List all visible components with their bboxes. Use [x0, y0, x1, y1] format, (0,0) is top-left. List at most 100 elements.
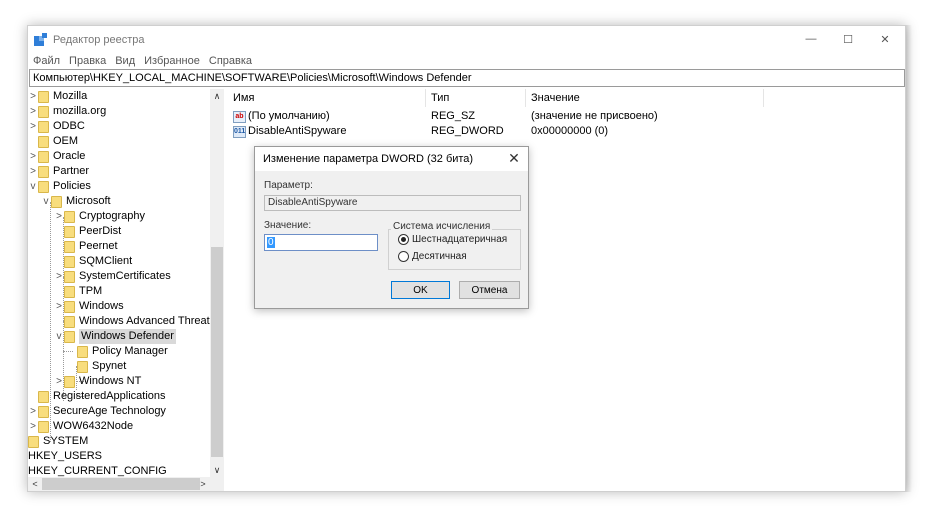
tree-item-microsoft[interactable]: v Microsoft [41, 194, 111, 209]
tree-item-windows[interactable]: > Windows [54, 299, 124, 314]
scroll-up-icon[interactable]: ∧ [210, 89, 224, 103]
menu-favorites[interactable]: Избранное [140, 53, 204, 69]
folder-icon [38, 390, 49, 403]
value-row-disableantispyware[interactable]: 011 DisableAntiSpyware REG_DWORD 0x00000… [228, 124, 905, 139]
parameter-label: Параметр: [264, 180, 313, 191]
tree-item-mozilla[interactable]: > Mozilla [28, 89, 87, 104]
chevron-right-icon[interactable]: > [54, 374, 64, 389]
tree-item-system[interactable]: >SYSTEM [28, 434, 88, 449]
menu-help[interactable]: Справка [205, 53, 256, 69]
folder-icon [77, 360, 88, 373]
tree-item-registeredapplications[interactable]: RegisteredApplications [28, 389, 166, 404]
radio-decimal-label: Десятичная [412, 251, 467, 262]
tree-item-tpm[interactable]: TPM [54, 284, 102, 299]
base-groupbox-title: Система исчисления [391, 221, 493, 232]
tree-vertical-scrollbar[interactable]: ∧ ∨ [210, 89, 224, 477]
tree-item-spynet[interactable]: Spynet [67, 359, 126, 374]
folder-icon [64, 225, 75, 238]
chevron-down-icon[interactable]: v [28, 179, 38, 194]
chevron-right-icon[interactable]: > [28, 89, 38, 104]
tree-item-oem[interactable]: OEM [28, 134, 78, 149]
tree-item-policies[interactable]: v Policies [28, 179, 91, 194]
tree-item-partner[interactable]: > Partner [28, 164, 89, 179]
radio-selected-icon [398, 234, 409, 245]
scrollbar-thumb[interactable] [42, 478, 200, 490]
tree-item-wow6432node[interactable]: > WOW6432Node [28, 419, 133, 434]
reg-sz-icon: ab [233, 111, 246, 123]
tree-item-policy-manager[interactable]: Policy Manager [67, 344, 168, 359]
tree-item-mozilla-org[interactable]: > mozilla.org [28, 104, 106, 119]
value-type: REG_DWORD [431, 125, 504, 137]
ok-button[interactable]: OK [391, 281, 450, 299]
cancel-button[interactable]: Отмена [459, 281, 520, 299]
value-data-text: 0 [267, 237, 275, 248]
tree-item-windows-atp[interactable]: Windows Advanced Threat Pr [54, 314, 223, 329]
address-bar[interactable]: Компьютер\HKEY_LOCAL_MACHINE\SOFTWARE\Po… [29, 69, 905, 87]
folder-icon [77, 345, 88, 358]
chevron-right-icon[interactable]: > [28, 419, 38, 434]
column-header-name[interactable]: Имя [228, 89, 426, 107]
value-data: (значение не присвоено) [531, 110, 658, 122]
title-bar[interactable]: Редактор реестра — ☐ ✕ [28, 26, 905, 52]
menu-bar: Файл Правка Вид Избранное Справка [28, 53, 256, 69]
chevron-right-icon[interactable]: > [54, 209, 64, 224]
chevron-right-icon[interactable]: > [28, 104, 38, 119]
folder-icon [64, 315, 75, 328]
chevron-down-icon[interactable]: v [54, 329, 64, 344]
scroll-left-icon[interactable]: < [28, 477, 42, 491]
tree-item-odbc[interactable]: > ODBC [28, 119, 85, 134]
value-data-input[interactable]: 0 [264, 234, 378, 251]
chevron-right-icon[interactable]: > [28, 404, 38, 419]
value-row-default[interactable]: ab (По умолчанию) REG_SZ (значение не пр… [228, 109, 905, 124]
tree-item-cryptography[interactable]: > Cryptography [54, 209, 145, 224]
folder-icon [38, 405, 49, 418]
tree-item-secureage[interactable]: > SecureAge Technology [28, 404, 166, 419]
registry-editor-icon [34, 33, 47, 46]
radio-hexadecimal[interactable]: Шестнадцатеричная [398, 234, 507, 245]
chevron-right-icon[interactable]: > [28, 149, 38, 164]
menu-edit[interactable]: Правка [65, 53, 110, 69]
folder-icon [64, 300, 75, 313]
tree-item-sqmclient[interactable]: SQMClient [54, 254, 132, 269]
folder-icon [64, 330, 75, 343]
close-icon[interactable]: ✕ [506, 150, 522, 166]
menu-view[interactable]: Вид [111, 53, 139, 69]
scroll-down-icon[interactable]: ∨ [210, 463, 224, 477]
folder-icon [38, 165, 49, 178]
close-button[interactable]: ✕ [866, 26, 904, 52]
folder-icon [64, 255, 75, 268]
menu-file[interactable]: Файл [29, 53, 64, 69]
tree-item-windows-nt[interactable]: > Windows NT [54, 374, 141, 389]
chevron-right-icon[interactable]: > [28, 164, 38, 179]
folder-icon [64, 270, 75, 283]
tree-item-peerdist[interactable]: PeerDist [54, 224, 121, 239]
column-header-data[interactable]: Значение [526, 89, 764, 107]
maximize-button[interactable]: ☐ [829, 26, 867, 52]
chevron-right-icon[interactable]: > [28, 119, 38, 134]
column-header-type[interactable]: Тип [426, 89, 526, 107]
tree-item-windows-defender[interactable]: v Windows Defender [54, 329, 176, 344]
scroll-right-icon[interactable]: > [196, 477, 210, 491]
scrollbar-thumb[interactable] [211, 247, 223, 457]
dialog-title-bar[interactable]: Изменение параметра DWORD (32 бита) ✕ [255, 147, 528, 171]
chevron-right-icon[interactable]: > [54, 299, 64, 314]
key-tree[interactable]: > Mozilla > mozilla.org > ODBC OEM > Oracle … [28, 89, 224, 491]
tree-horizontal-scrollbar[interactable]: < > [28, 477, 224, 491]
tree-item-hkey-users[interactable]: >HKEY_USERS [28, 449, 102, 464]
tree-item-oracle[interactable]: > Oracle [28, 149, 85, 164]
chevron-right-icon[interactable]: > [54, 269, 64, 284]
minimize-button[interactable]: — [792, 26, 830, 52]
chevron-down-icon[interactable]: v [41, 194, 51, 209]
tree-item-systemcertificates[interactable]: > SystemCertificates [54, 269, 171, 284]
tree-item-peernet[interactable]: Peernet [54, 239, 118, 254]
folder-icon [64, 285, 75, 298]
radio-decimal[interactable]: Десятичная [398, 251, 467, 262]
radio-hexadecimal-label: Шестнадцатеричная [412, 234, 508, 245]
window-shadow [906, 25, 912, 492]
folder-icon [38, 420, 49, 433]
